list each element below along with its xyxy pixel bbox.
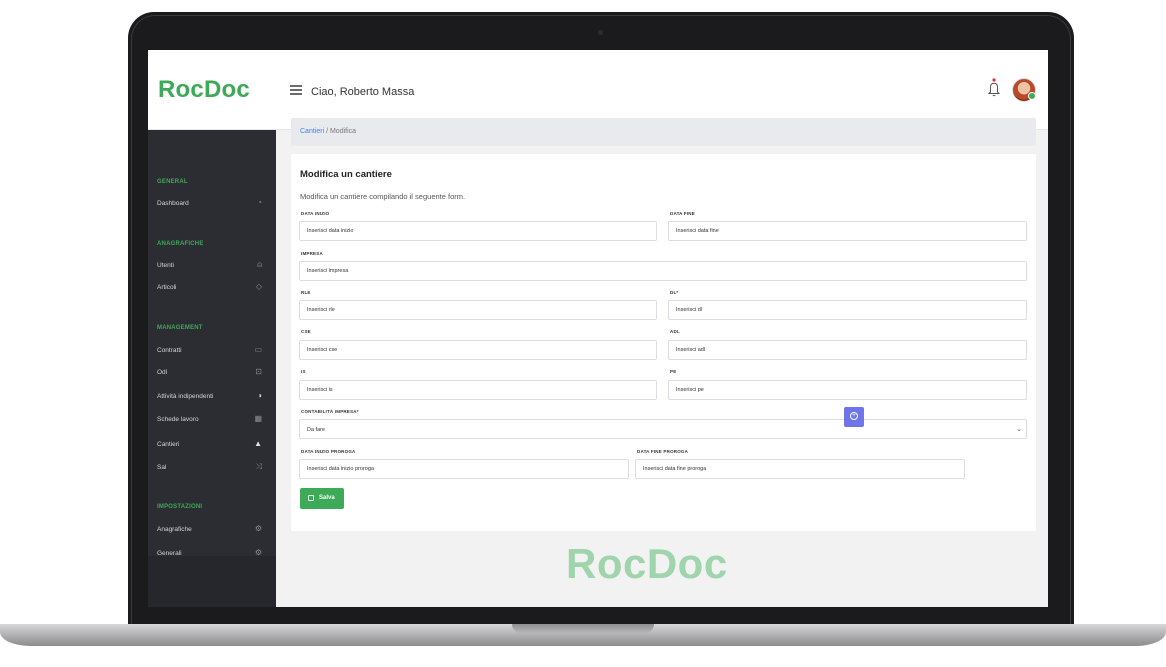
- add-proroga-button[interactable]: +: [844, 407, 864, 427]
- form-card: Modifica un cantiere Modifica un cantier…: [291, 154, 1036, 531]
- label-data-inizio-proroga: DATA INIZIO PROROGA: [301, 449, 356, 454]
- sidebar-item-anagrafiche[interactable]: Anagrafiche ⚙: [148, 520, 276, 540]
- chevron-down-icon: ⌄: [1016, 426, 1022, 433]
- menu-icon[interactable]: [290, 85, 302, 95]
- impresa-input[interactable]: [299, 261, 1027, 281]
- sidebar-item-label: Dashboard: [157, 200, 189, 207]
- pe-input[interactable]: [668, 380, 1027, 400]
- shuffle-icon: ⤨: [255, 462, 262, 471]
- floppy-disk-icon: [308, 495, 314, 501]
- label-data-fine: DATA FINE: [670, 211, 695, 216]
- gauge-icon: ◔: [257, 198, 262, 207]
- data-fine-proroga-input[interactable]: [635, 459, 965, 479]
- breadcrumb: Cantieri / Modifica: [300, 128, 356, 135]
- is-input[interactable]: [299, 380, 657, 400]
- user-icon: ⍝: [257, 260, 262, 269]
- rle-input[interactable]: [299, 300, 657, 320]
- sidebar-heading-anagrafiche: ANAGRAFICHE: [157, 241, 204, 247]
- half-circle-icon: ◑: [257, 391, 262, 400]
- bell-icon[interactable]: [987, 78, 1001, 98]
- data-fine-input[interactable]: [668, 221, 1027, 241]
- label-cse: CSE: [301, 329, 311, 334]
- label-impresa: IMPRESA: [301, 251, 323, 256]
- data-inizio-proroga-input[interactable]: [299, 459, 629, 479]
- sidebar-item-sal[interactable]: Sal ⤨: [148, 458, 276, 478]
- sidebar-heading-impostazioni: IMPOSTAZIONI: [157, 504, 203, 510]
- cse-input[interactable]: [299, 340, 657, 360]
- grid-icon: ▦: [254, 414, 262, 423]
- sidebar-item-schede-lavoro[interactable]: Schede lavoro ▦: [148, 410, 276, 430]
- sidebar-item-label: Utenti: [157, 262, 174, 269]
- label-adl: ADL: [670, 329, 680, 334]
- contabilita-impresa-select[interactable]: Da fare ⌄: [299, 419, 1027, 439]
- adl-input[interactable]: [668, 340, 1027, 360]
- data-inizio-input[interactable]: [299, 221, 657, 241]
- tag-icon: ◇: [255, 282, 262, 291]
- laptop-notch: [512, 624, 654, 633]
- breadcrumb-link-cantieri[interactable]: Cantieri: [300, 128, 324, 135]
- gear-icon: ⚙: [254, 524, 262, 533]
- label-pe: PE: [670, 369, 677, 374]
- camera-icon: [598, 30, 603, 35]
- sidebar-item-label: Cantieri: [157, 441, 180, 448]
- briefcase-icon: ⊡: [255, 367, 262, 376]
- sidebar-item-articoli[interactable]: Articoli ◇: [148, 278, 276, 298]
- label-data-inizio: DATA INIZIO: [301, 211, 330, 216]
- form-title: Modifica un cantiere: [300, 169, 392, 180]
- select-value: Da fare: [307, 427, 326, 433]
- breadcrumb-bar: Cantieri / Modifica: [291, 118, 1036, 146]
- screen: RocDoc Ciao, Roberto Massa GENERAL Dashb…: [148, 50, 1048, 607]
- warning-icon: ▲: [254, 439, 262, 448]
- dl-input[interactable]: [668, 300, 1027, 320]
- label-dl: DL*: [670, 290, 679, 295]
- plus-circle-icon: +: [850, 412, 858, 420]
- sidebar-heading-general: GENERAL: [157, 179, 188, 185]
- form-subtitle: Modifica un cantiere compilando il segue…: [300, 192, 466, 201]
- sidebar-item-label: Articoli: [157, 284, 177, 291]
- sidebar-item-attivita-indipendenti[interactable]: Attività indipendenti ◑: [148, 387, 276, 407]
- sidebar-item-label: Attività indipendenti: [157, 393, 214, 400]
- label-is: IS: [301, 369, 306, 374]
- sidebar-heading-management: MANAGEMENT: [157, 325, 203, 331]
- sidebar-item-label: Schede lavoro: [157, 416, 199, 423]
- sidebar-item-dashboard[interactable]: Dashboard ◔: [148, 194, 276, 214]
- user-avatar[interactable]: [1012, 78, 1036, 102]
- sidebar-item-odl[interactable]: Odl ⊡: [148, 363, 276, 383]
- label-rle: RLE: [301, 290, 311, 295]
- sidebar-item-label: Odl: [157, 369, 168, 376]
- sidebar-item-contratti[interactable]: Contratti ▭: [148, 341, 276, 361]
- sidebar-item-utenti[interactable]: Utenti ⍝: [148, 256, 276, 276]
- sidebar-item-cantieri[interactable]: Cantieri ▲: [148, 435, 276, 455]
- label-contabilita-impresa: CONTABILITÀ IMPRESA*: [301, 409, 359, 414]
- label-data-fine-proroga: DATA FINE PROROGA: [637, 449, 689, 454]
- sidebar-item-label: Anagrafiche: [157, 526, 192, 533]
- watermark-logo: RocDoc: [566, 540, 728, 587]
- sidebar: GENERAL Dashboard ◔ ANAGRAFICHE Utenti ⍝…: [148, 130, 276, 607]
- folder-icon: ▭: [254, 345, 262, 354]
- save-button-label: Salva: [319, 495, 335, 501]
- save-button[interactable]: Salva: [300, 488, 344, 509]
- app-logo[interactable]: RocDoc: [158, 76, 250, 104]
- sidebar-item-label: Contratti: [157, 347, 182, 354]
- sidebar-item-label: Sal: [157, 464, 167, 471]
- user-greeting: Ciao, Roberto Massa: [311, 86, 415, 98]
- sidebar-footer: [148, 556, 276, 607]
- breadcrumb-current: Modifica: [329, 128, 357, 135]
